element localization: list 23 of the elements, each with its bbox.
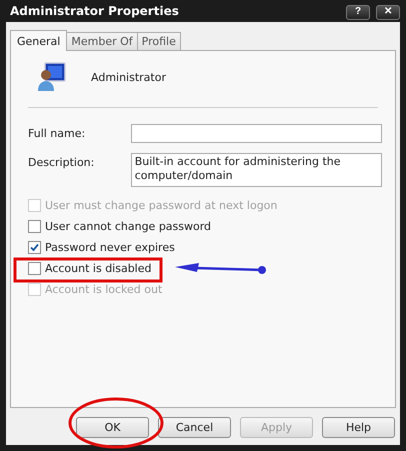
checkbox[interactable] xyxy=(28,220,41,233)
dialog-button[interactable]: OK xyxy=(76,417,149,438)
tab[interactable]: Profile xyxy=(136,32,181,50)
window-title: Administrator Properties xyxy=(10,4,179,18)
user-computer-icon xyxy=(35,62,67,92)
text-area[interactable]: Built-in account for administering the computer/domain xyxy=(130,153,382,187)
checkbox-label: User cannot change password xyxy=(45,220,212,233)
checkbox-label: Account is disabled xyxy=(45,262,152,275)
close-button[interactable]: ✕ xyxy=(376,4,400,20)
field-label: Description: xyxy=(28,155,96,169)
field-label: Full name: xyxy=(28,126,86,140)
dialog-button[interactable]: Help xyxy=(322,417,395,438)
checkbox[interactable] xyxy=(28,262,41,275)
help-button[interactable]: ? xyxy=(346,4,370,20)
dialog-button[interactable]: Cancel xyxy=(158,417,231,438)
tab[interactable]: Member Of xyxy=(66,32,138,50)
checkbox-label: Password never expires xyxy=(45,241,175,254)
checkbox-label: User must change password at next logon xyxy=(45,199,278,212)
tab[interactable]: General xyxy=(10,30,68,51)
text-field[interactable] xyxy=(130,124,382,143)
checkbox[interactable] xyxy=(28,241,41,254)
checkbox-label: Account is locked out xyxy=(45,283,162,296)
user-name: Administrator xyxy=(91,70,166,84)
